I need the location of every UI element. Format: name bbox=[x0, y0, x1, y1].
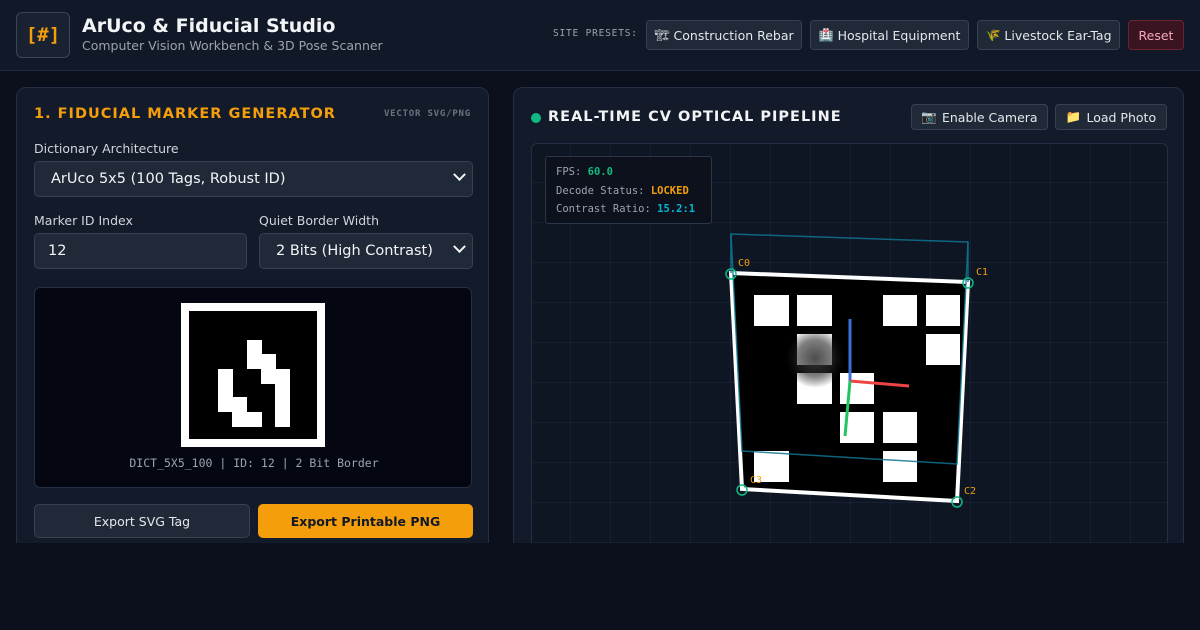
fps-value: 60.0 bbox=[587, 166, 613, 178]
corner-label-c2: C2 bbox=[964, 486, 976, 497]
cv-pipeline-panel: REAL-TIME CV OPTICAL PIPELINE 📷 Enable C… bbox=[513, 87, 1184, 563]
app-header: [#] ArUco & Fiducial Studio Computer Vis… bbox=[0, 0, 1200, 71]
corner-label-c0: C0 bbox=[738, 258, 750, 269]
preset-construction-rebar-button[interactable]: 🏗 Construction Rebar bbox=[646, 20, 802, 50]
generator-format-tag: VECTOR SVG/PNG bbox=[383, 109, 471, 119]
preset-livestock-ear-tag-button[interactable]: 🌾 Livestock Ear-Tag bbox=[977, 20, 1120, 50]
enable-camera-label: Enable Camera bbox=[941, 109, 1038, 125]
generator-title: 1. FIDUCIAL MARKER GENERATOR bbox=[34, 106, 336, 122]
marker-bit bbox=[275, 397, 291, 413]
marker-bit bbox=[246, 354, 262, 370]
camera-icon: 📷 bbox=[921, 109, 937, 124]
marker-preview: DICT_5X5_100 | ID: 12 | 2 Bit Border bbox=[34, 287, 472, 488]
marker-bit bbox=[217, 383, 233, 398]
aruco-marker-image bbox=[181, 303, 325, 447]
page-fold bbox=[0, 543, 1200, 630]
chevron-down-icon bbox=[453, 168, 466, 182]
marker-id-input[interactable]: 12 bbox=[34, 233, 247, 269]
marker-bit bbox=[246, 339, 262, 355]
warped-bit bbox=[883, 412, 917, 443]
preset-label: Livestock Ear-Tag bbox=[1004, 27, 1112, 43]
preset-label: Hospital Equipment bbox=[837, 27, 961, 43]
reset-button[interactable]: Reset bbox=[1128, 20, 1184, 50]
app-logo: [#] bbox=[16, 12, 70, 58]
warped-bit bbox=[883, 451, 917, 482]
warped-bit bbox=[754, 295, 789, 326]
marker-id-label: Marker ID Index bbox=[34, 213, 133, 228]
live-status-dot bbox=[531, 113, 541, 123]
marker-bit bbox=[232, 397, 248, 413]
border-width-select[interactable]: 2 Bits (High Contrast) bbox=[259, 233, 473, 269]
contrast-ratio-value: 15.2:1 bbox=[657, 203, 696, 215]
marker-bit bbox=[232, 411, 248, 427]
fps-label: FPS: bbox=[556, 166, 582, 178]
marker-bit bbox=[246, 411, 262, 427]
dictionary-value: ArUco 5x5 (100 Tags, Robust ID) bbox=[51, 171, 286, 187]
site-presets-label: SITE PRESETS: bbox=[553, 28, 638, 39]
corner-label-c1: C1 bbox=[976, 267, 988, 278]
hospital-icon: 🏥 bbox=[818, 28, 834, 42]
marker-caption: DICT_5X5_100 | ID: 12 | 2 Bit Border bbox=[129, 456, 379, 470]
warped-bit bbox=[926, 295, 960, 326]
chevron-down-icon bbox=[453, 240, 466, 254]
export-png-button[interactable]: Export Printable PNG bbox=[258, 504, 473, 538]
marker-generator-panel: 1. FIDUCIAL MARKER GENERATOR VECTOR SVG/… bbox=[16, 87, 489, 557]
marker-bit bbox=[275, 368, 291, 384]
load-photo-button[interactable]: 📁 Load Photo bbox=[1055, 104, 1167, 130]
marker-bit bbox=[275, 383, 291, 398]
app-title: ArUco & Fiducial Studio bbox=[82, 15, 336, 37]
warped-bit bbox=[883, 295, 917, 326]
telemetry-hud: FPS: 60.0 Decode Status: LOCKED Contrast… bbox=[545, 156, 712, 224]
border-width-label: Quiet Border Width bbox=[259, 213, 379, 228]
preset-hospital-equipment-button[interactable]: 🏥 Hospital Equipment bbox=[810, 20, 969, 50]
marker-bit-grid bbox=[189, 311, 317, 439]
marker-bit bbox=[261, 368, 276, 384]
dictionary-label: Dictionary Architecture bbox=[34, 141, 179, 156]
camera-viewport[interactable]: C0 C1 C2 C3 FPS: 60.0 Decode Status: LOC… bbox=[531, 143, 1168, 563]
warped-bit bbox=[797, 295, 832, 326]
construction-icon: 🏗 bbox=[654, 28, 670, 42]
marker-bit bbox=[217, 397, 233, 413]
dictionary-select[interactable]: ArUco 5x5 (100 Tags, Robust ID) bbox=[34, 161, 473, 197]
marker-bit bbox=[217, 368, 233, 384]
export-svg-button[interactable]: Export SVG Tag bbox=[34, 504, 250, 538]
warped-bit bbox=[840, 373, 874, 404]
lens-smudge bbox=[785, 328, 845, 388]
decode-status-label: Decode Status: bbox=[556, 184, 645, 197]
load-photo-label: Load Photo bbox=[1086, 109, 1157, 125]
contrast-ratio-label: Contrast Ratio: bbox=[556, 203, 651, 215]
enable-camera-button[interactable]: 📷 Enable Camera bbox=[911, 104, 1048, 130]
folder-icon: 📁 bbox=[1065, 109, 1082, 124]
pipeline-title: REAL-TIME CV OPTICAL PIPELINE bbox=[548, 109, 842, 125]
decode-status-value: LOCKED bbox=[650, 184, 689, 197]
marker-bit bbox=[261, 354, 276, 370]
wheat-icon: 🌾 bbox=[985, 28, 1001, 42]
border-width-value: 2 Bits (High Contrast) bbox=[276, 243, 433, 259]
preset-label: Construction Rebar bbox=[673, 27, 794, 43]
marker-bit bbox=[275, 411, 291, 427]
app-subtitle: Computer Vision Workbench & 3D Pose Scan… bbox=[82, 38, 383, 53]
corner-label-c3: C3 bbox=[750, 475, 762, 486]
warped-bit bbox=[926, 334, 960, 365]
